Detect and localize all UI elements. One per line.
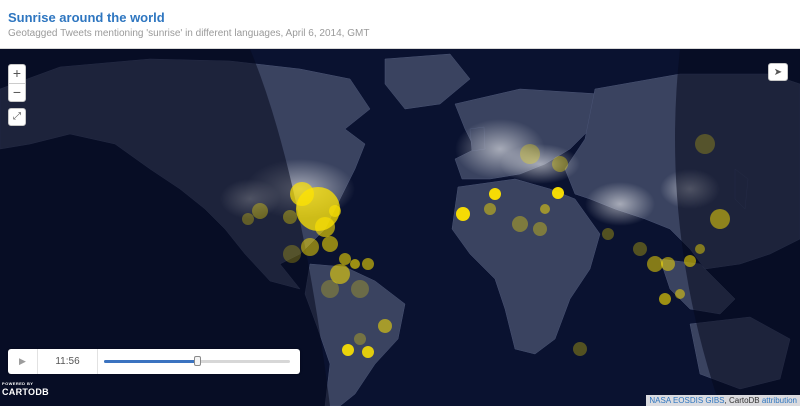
tweet-marker[interactable] bbox=[354, 333, 366, 345]
attribution-sep: , CartoDB bbox=[724, 396, 762, 405]
tweet-marker[interactable] bbox=[329, 205, 341, 217]
tweet-marker[interactable] bbox=[659, 293, 671, 305]
tweet-marker[interactable] bbox=[301, 238, 319, 256]
tweet-marker[interactable] bbox=[378, 319, 392, 333]
tweet-marker[interactable] bbox=[512, 216, 528, 232]
tweet-marker[interactable] bbox=[252, 203, 268, 219]
land-africa bbox=[451, 178, 601, 355]
tweet-marker[interactable] bbox=[283, 245, 301, 263]
tweet-marker[interactable] bbox=[710, 209, 730, 229]
tweet-marker[interactable] bbox=[695, 244, 705, 254]
play-button[interactable]: ▶ bbox=[8, 349, 38, 374]
attribution-link[interactable]: attribution bbox=[762, 396, 797, 405]
tweet-marker[interactable] bbox=[684, 255, 696, 267]
page-title: Sunrise around the world bbox=[8, 10, 165, 25]
tweet-marker[interactable] bbox=[342, 344, 354, 356]
tweet-marker[interactable] bbox=[362, 346, 374, 358]
tweet-marker[interactable] bbox=[283, 210, 297, 224]
tweet-marker[interactable] bbox=[484, 203, 496, 215]
tweet-marker[interactable] bbox=[633, 242, 647, 256]
tweet-marker[interactable] bbox=[456, 207, 470, 221]
paper-plane-icon: ➤ bbox=[773, 67, 783, 78]
tweet-marker[interactable] bbox=[573, 342, 587, 356]
fullscreen-button[interactable]: ⤢ bbox=[8, 108, 26, 126]
tweet-marker[interactable] bbox=[290, 182, 314, 206]
time-player: ▶ 11:56 bbox=[8, 349, 300, 374]
share-button[interactable]: ➤ bbox=[768, 63, 788, 81]
tweet-marker[interactable] bbox=[695, 134, 715, 154]
page-subtitle: Geotagged Tweets mentioning 'sunrise' in… bbox=[8, 28, 370, 39]
tweet-marker[interactable] bbox=[339, 253, 351, 265]
map-attribution: NASA EOSDIS GIBS, CartoDB attribution bbox=[646, 395, 800, 406]
tweet-marker[interactable] bbox=[647, 256, 663, 272]
brand-label: CARTODB bbox=[2, 387, 49, 397]
tweet-marker[interactable] bbox=[321, 280, 339, 298]
zoom-in-button[interactable]: + bbox=[9, 65, 25, 83]
cartodb-logo[interactable]: POWERED BY CARTODB bbox=[2, 381, 49, 397]
time-display: 11:56 bbox=[38, 349, 98, 374]
land-greenland bbox=[384, 53, 471, 110]
expand-icon: ⤢ bbox=[13, 111, 21, 122]
tweet-marker[interactable] bbox=[675, 289, 685, 299]
tweet-marker[interactable] bbox=[540, 204, 550, 214]
time-slider[interactable] bbox=[104, 356, 290, 366]
play-icon: ▶ bbox=[19, 356, 26, 366]
zoom-control: + − bbox=[8, 64, 26, 102]
slider-fill bbox=[104, 360, 197, 363]
tweet-marker[interactable] bbox=[661, 257, 675, 271]
tweet-marker[interactable] bbox=[315, 217, 335, 237]
tweet-marker[interactable] bbox=[350, 259, 360, 269]
tweet-marker[interactable] bbox=[533, 222, 547, 236]
tweet-marker[interactable] bbox=[520, 144, 540, 164]
tweet-marker[interactable] bbox=[362, 258, 374, 270]
zoom-out-button[interactable]: − bbox=[9, 84, 25, 102]
nasa-link[interactable]: NASA EOSDIS GIBS bbox=[649, 396, 724, 405]
tweet-marker[interactable] bbox=[602, 228, 614, 240]
slider-handle[interactable] bbox=[193, 356, 201, 366]
tweet-marker[interactable] bbox=[552, 156, 568, 172]
powered-by-label: POWERED BY bbox=[2, 381, 34, 386]
tweet-marker[interactable] bbox=[489, 188, 501, 200]
tweet-marker[interactable] bbox=[552, 187, 564, 199]
tweet-marker[interactable] bbox=[242, 213, 254, 225]
tweet-marker[interactable] bbox=[322, 236, 338, 252]
header: Sunrise around the world Geotagged Tweet… bbox=[0, 0, 800, 49]
tweet-marker[interactable] bbox=[351, 280, 369, 298]
